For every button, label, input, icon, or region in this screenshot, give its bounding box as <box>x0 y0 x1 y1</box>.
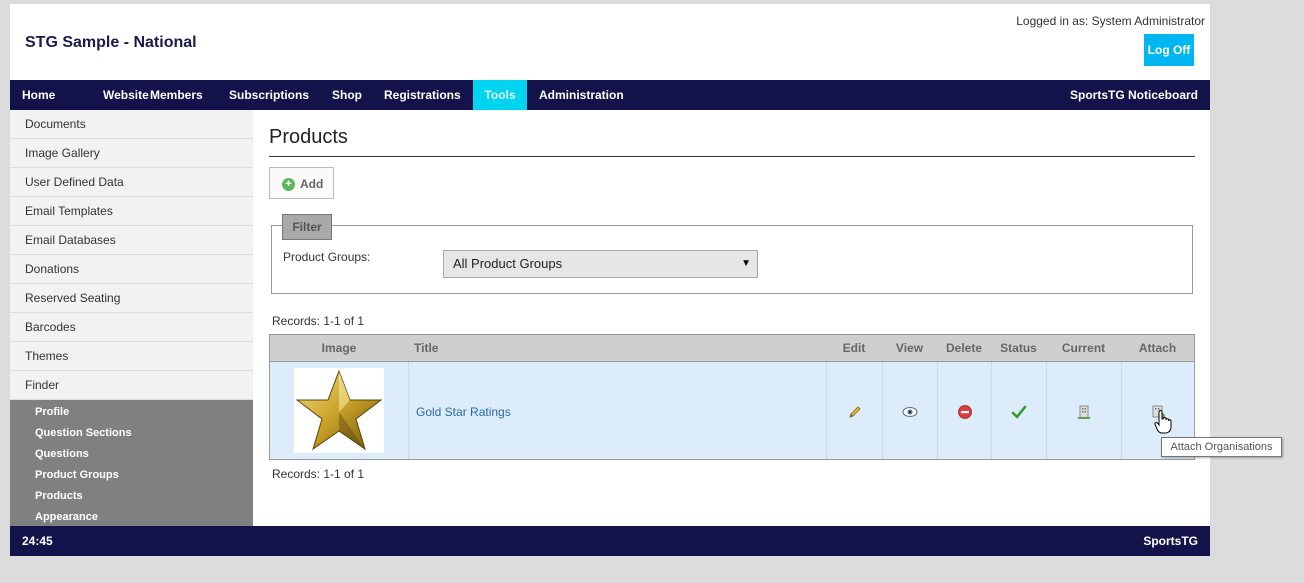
subnav-profile[interactable]: Profile <box>10 402 253 423</box>
status-check-icon[interactable] <box>1011 404 1027 420</box>
col-edit: Edit <box>842 341 866 355</box>
footer-time: 24:45 <box>22 534 53 548</box>
subnav-question-sections[interactable]: Question Sections <box>10 423 253 444</box>
col-delete: Delete <box>945 341 983 355</box>
nav-home[interactable]: Home <box>10 80 67 110</box>
add-button[interactable]: + Add <box>269 167 334 199</box>
current-building-icon[interactable] <box>1076 404 1092 420</box>
sidebar-item-documents[interactable]: Documents <box>10 110 253 139</box>
attach-tooltip: Attach Organisations <box>1161 437 1282 457</box>
product-groups-selected: All Product Groups <box>453 256 563 271</box>
nav-subscriptions[interactable]: Subscriptions <box>217 80 321 110</box>
sidebar-item-finder[interactable]: Finder <box>10 371 253 400</box>
sidebar-item-barcodes[interactable]: Barcodes <box>10 313 253 342</box>
sidebar-item-themes[interactable]: Themes <box>10 342 253 371</box>
add-button-label: Add <box>300 177 324 191</box>
col-status: Status <box>1000 341 1037 355</box>
app-frame: STG Sample - National Logged in as: Syst… <box>10 4 1210 556</box>
title-divider <box>269 156 1195 157</box>
subnav-appearance[interactable]: Appearance <box>10 507 253 528</box>
product-title-link[interactable]: Gold Star Ratings <box>416 405 511 419</box>
subnav-products[interactable]: Products <box>10 486 253 507</box>
table-row[interactable]: Gold Star Ratings <box>270 362 1194 459</box>
col-attach: Attach <box>1138 341 1177 355</box>
logoff-button[interactable]: Log Off <box>1144 34 1194 66</box>
footer: 24:45 SportsTG <box>10 526 1210 556</box>
nav-administration[interactable]: Administration <box>527 80 636 110</box>
filter-panel: Filter Product Groups: All Product Group… <box>271 214 1193 294</box>
nav-noticeboard[interactable]: SportsTG Noticeboard <box>1070 80 1198 110</box>
nav-shop[interactable]: Shop <box>320 80 374 110</box>
col-image[interactable]: Image <box>270 335 408 362</box>
sidebar: Documents Image Gallery User Defined Dat… <box>10 110 253 527</box>
col-view: View <box>895 341 924 355</box>
sidebar-item-image-gallery[interactable]: Image Gallery <box>10 139 253 168</box>
sidebar-item-donations[interactable]: Donations <box>10 255 253 284</box>
delete-icon[interactable] <box>957 404 973 420</box>
product-groups-label: Product Groups: <box>283 250 371 264</box>
app-title: STG Sample - National <box>25 34 197 51</box>
table-header: Image Title Edit View Delete Status Curr… <box>270 335 1194 362</box>
nav-members[interactable]: Members <box>138 80 215 110</box>
sidebar-item-user-defined-data[interactable]: User Defined Data <box>10 168 253 197</box>
filter-legend: Filter <box>282 214 332 240</box>
records-count-bottom: Records: 1-1 of 1 <box>272 467 365 481</box>
subnav-product-groups[interactable]: Product Groups <box>10 465 253 486</box>
edit-pencil-icon[interactable] <box>847 404 863 420</box>
view-eye-icon[interactable] <box>902 404 918 420</box>
main-navbar: Home Website Members Subscriptions Shop … <box>10 80 1210 110</box>
subnav-questions[interactable]: Questions <box>10 444 253 465</box>
hand-cursor-icon <box>1154 410 1172 434</box>
sidebar-item-reserved-seating[interactable]: Reserved Seating <box>10 284 253 313</box>
col-current: Current <box>1061 341 1106 355</box>
header: STG Sample - National Logged in as: Syst… <box>10 4 1210 80</box>
sidebar-item-email-templates[interactable]: Email Templates <box>10 197 253 226</box>
col-title[interactable]: Title <box>414 335 454 362</box>
chevron-down-icon: ▼ <box>741 258 751 269</box>
add-icon: + <box>282 178 295 191</box>
finder-subnav: Profile Question Sections Questions Prod… <box>10 400 253 527</box>
nav-registrations[interactable]: Registrations <box>372 80 473 110</box>
product-groups-select[interactable]: All Product Groups ▼ <box>443 250 758 278</box>
products-table: Image Title Edit View Delete Status Curr… <box>269 334 1195 460</box>
nav-tools[interactable]: Tools <box>473 80 527 110</box>
footer-brand: SportsTG <box>1143 534 1198 548</box>
records-count-top: Records: 1-1 of 1 <box>272 314 365 328</box>
page-title: Products <box>269 126 348 148</box>
sidebar-item-email-databases[interactable]: Email Databases <box>10 226 253 255</box>
logged-in-text: Logged in as: System Administrator <box>1016 14 1205 28</box>
gold-star-icon <box>295 369 383 451</box>
gold-star-image <box>294 368 384 453</box>
